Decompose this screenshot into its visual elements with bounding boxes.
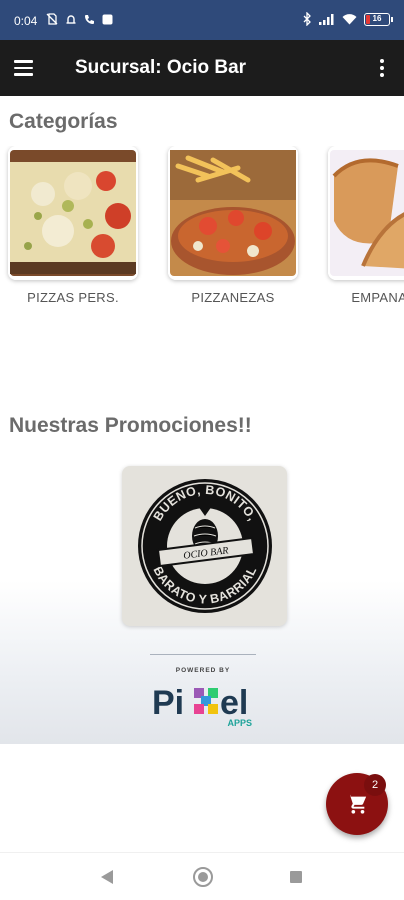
shopping-cart-icon — [346, 794, 367, 814]
promotions-title: Nuestras Promociones!! — [9, 414, 252, 437]
pizzaneza-with-fries-photo — [168, 146, 298, 280]
app-bar: Sucursal: Ocio Bar — [0, 40, 404, 96]
notification-square-icon — [102, 14, 113, 24]
promotion-card[interactable]: BUENO, BONITO, BARATO Y BARRIAL OCIO BAR — [122, 466, 287, 626]
phone-icon — [85, 14, 94, 24]
category-card[interactable] — [328, 146, 404, 280]
category-item-pizzanezas[interactable]: PIZZANEZAS — [168, 146, 298, 305]
powered-by-label: POWERED BY — [175, 667, 231, 674]
category-label: EMPANADAS — [351, 290, 404, 305]
category-label: PIZZANEZAS — [191, 290, 275, 305]
brand-sub: APPS — [227, 718, 252, 728]
status-left-icons — [46, 13, 113, 25]
battery-percent: 16 — [372, 13, 382, 23]
categories-carousel[interactable]: PIZZAS PERS. PIZZANEZAS EMPANA — [0, 146, 404, 316]
category-item-pizzas[interactable]: PIZZAS PERS. — [8, 146, 138, 305]
powered-divider — [150, 654, 256, 655]
battery-icon: 16 — [364, 12, 393, 26]
brand-part-3: el — [220, 684, 248, 722]
ocio-bar-logo: BUENO, BONITO, BARATO Y BARRIAL OCIO BAR — [138, 479, 272, 613]
battery-level — [366, 14, 370, 24]
system-nav-bar — [0, 852, 404, 900]
hamburger-menu-icon[interactable] — [14, 54, 44, 82]
signal-icon — [319, 14, 334, 25]
status-bar: 0:04 16 — [0, 0, 404, 40]
category-card[interactable] — [8, 146, 138, 280]
categories-title: Categorías — [9, 110, 118, 133]
pizza-photo — [8, 146, 138, 280]
cart-count-badge: 2 — [364, 774, 386, 796]
alarm-icon — [66, 15, 76, 24]
status-right-icons: 16 — [303, 12, 393, 26]
back-triangle-icon[interactable] — [100, 869, 114, 885]
bluetooth-icon — [303, 12, 311, 26]
brand-part-1: Pi — [152, 684, 184, 722]
empanadas-photo — [328, 146, 404, 280]
category-item-empanadas[interactable]: EMPANADAS — [328, 146, 404, 305]
recents-square-icon[interactable] — [290, 871, 302, 883]
home-circle-icon[interactable] — [193, 867, 213, 887]
wifi-icon — [342, 14, 357, 25]
category-card[interactable] — [168, 146, 298, 280]
more-vertical-icon[interactable] — [374, 55, 390, 81]
pixel-apps-logo: Pi el APPS — [152, 684, 252, 728]
no-sim-icon — [46, 13, 58, 25]
category-label: PIZZAS PERS. — [27, 290, 119, 305]
status-time: 0:04 — [14, 14, 38, 28]
pixel-x-mark — [194, 688, 218, 714]
page-title: Sucursal: Ocio Bar — [75, 57, 247, 78]
